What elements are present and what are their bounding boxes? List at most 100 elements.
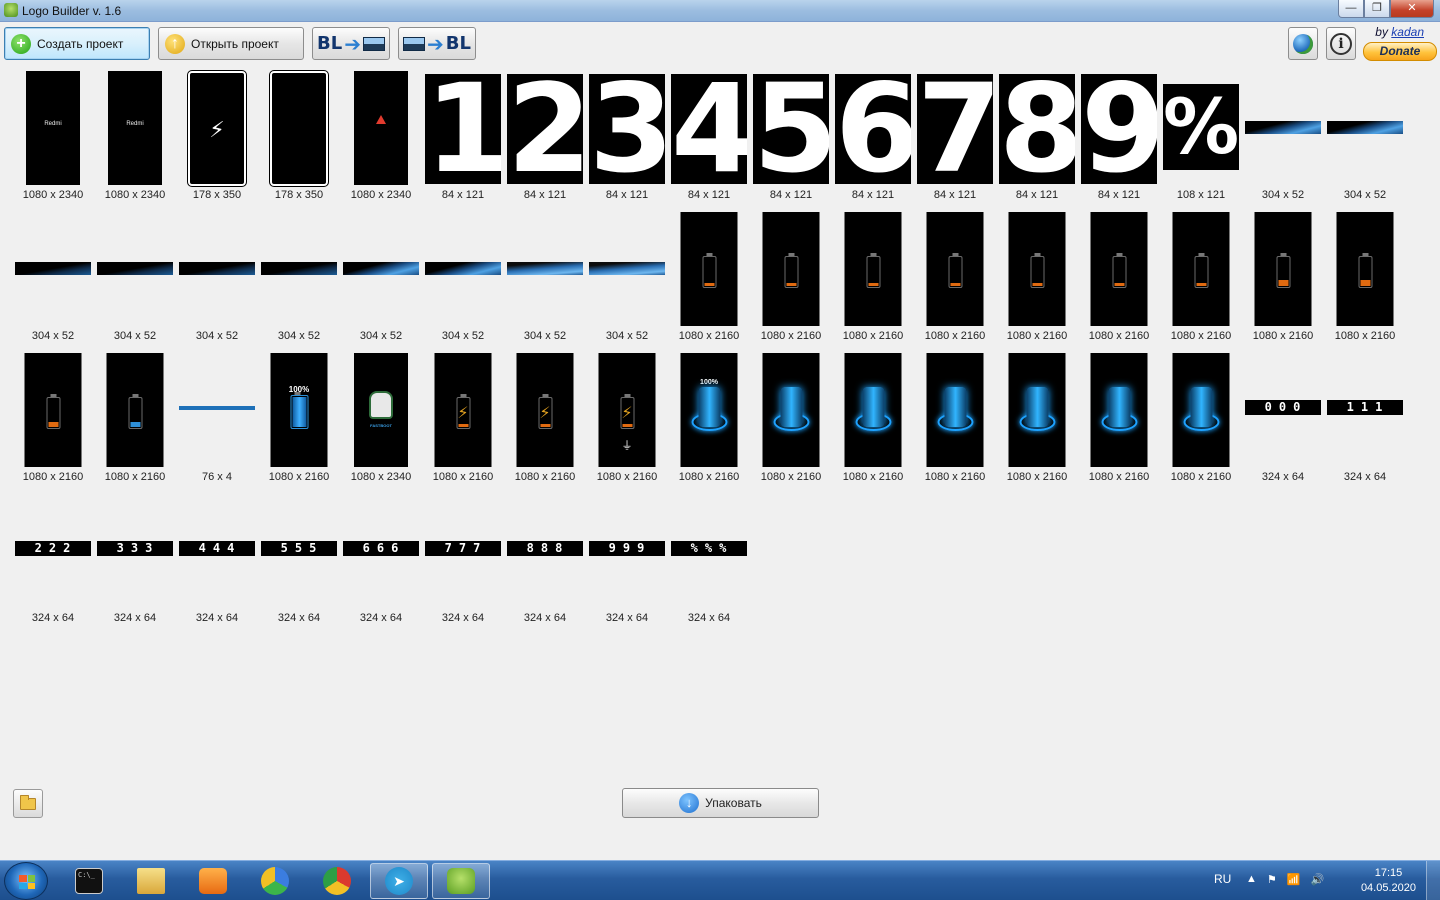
resource-tile[interactable]: 3 84 x 121 <box>586 68 668 209</box>
taskbar-chromium[interactable] <box>246 863 304 899</box>
author-link[interactable]: kadan <box>1391 25 1424 39</box>
resource-tile[interactable]: 1 84 x 121 <box>422 68 504 209</box>
resource-tile[interactable]: 304 x 52 <box>1242 68 1324 209</box>
show-desktop-button[interactable] <box>1426 861 1440 900</box>
language-button[interactable] <box>1288 27 1318 60</box>
bl-to-image-button[interactable]: BL ➔ <box>312 27 390 60</box>
resource-tile[interactable]: 304 x 52 <box>94 209 176 350</box>
volume-icon[interactable]: 🔊 <box>1310 873 1324 886</box>
resource-tile[interactable]: 178 x 350 <box>258 68 340 209</box>
resource-tile[interactable]: 1080 x 2160 <box>12 350 94 491</box>
network-icon[interactable]: 📶 <box>1287 873 1301 886</box>
resource-tile[interactable]: Redmi 1080 x 2340 <box>94 68 176 209</box>
resource-tile[interactable]: 1080 x 2160 <box>996 209 1078 350</box>
resource-tile[interactable]: 888 324 x 64 <box>504 491 586 632</box>
resource-tile[interactable]: 304 x 52 <box>12 209 94 350</box>
resource-tile[interactable]: 304 x 52 <box>340 209 422 350</box>
resource-tile[interactable]: FASTBOOT 1080 x 2340 <box>340 350 422 491</box>
taskbar-telegram[interactable]: ➤ <box>370 863 428 899</box>
resource-tile[interactable]: %%% 324 x 64 <box>668 491 750 632</box>
resource-tile[interactable]: ⚡ 1080 x 2160 <box>422 350 504 491</box>
resource-tile[interactable]: 1080 x 2160 <box>996 350 1078 491</box>
resource-tile[interactable]: % 108 x 121 <box>1160 68 1242 209</box>
resource-tile[interactable]: 1080 x 2160 <box>1324 209 1406 350</box>
open-folder-button[interactable] <box>13 789 43 818</box>
resource-tile[interactable]: Redmi 1080 x 2340 <box>12 68 94 209</box>
resource-tile[interactable]: 555 324 x 64 <box>258 491 340 632</box>
resource-tile[interactable]: 304 x 52 <box>258 209 340 350</box>
resource-tile[interactable]: 304 x 52 <box>176 209 258 350</box>
battery-thumbnail <box>24 353 82 467</box>
resource-tile[interactable]: 100% 1080 x 2160 <box>258 350 340 491</box>
resource-tile[interactable]: 1080 x 2160 <box>914 209 996 350</box>
resource-tile[interactable]: 000 324 x 64 <box>1242 350 1324 491</box>
resource-tile[interactable]: 1080 x 2160 <box>668 209 750 350</box>
resource-tile[interactable]: 1080 x 2160 <box>1160 209 1242 350</box>
plus-icon: + <box>11 33 31 54</box>
create-project-button[interactable]: + Создать проект <box>4 27 150 60</box>
resource-tile[interactable]: 666 324 x 64 <box>340 491 422 632</box>
glowing-battery-icon <box>1190 387 1212 427</box>
resource-tile[interactable]: 444 324 x 64 <box>176 491 258 632</box>
show-hidden-icons-icon[interactable]: ▲ <box>1246 873 1257 886</box>
digit-strip-thumbnail: 333 <box>97 541 173 556</box>
digit-glyph-thumbnail: 6 <box>835 74 911 184</box>
resource-tile[interactable]: 4 84 x 121 <box>668 68 750 209</box>
resource-tile[interactable]: 304 x 52 <box>1324 68 1406 209</box>
taskbar-cmd[interactable]: C:\_ <box>60 863 118 899</box>
start-button[interactable] <box>4 862 48 900</box>
resource-tile[interactable]: 1080 x 2160 <box>1078 350 1160 491</box>
resource-tile[interactable]: 76 x 4 <box>176 350 258 491</box>
boot-logo-thumbnail: Redmi <box>108 71 162 185</box>
resource-tile[interactable]: 111 324 x 64 <box>1324 350 1406 491</box>
taskbar-media-player[interactable] <box>184 863 242 899</box>
close-button[interactable]: ✕ <box>1390 0 1434 18</box>
resource-tile[interactable]: 304 x 52 <box>504 209 586 350</box>
pack-button[interactable]: ↓ Упаковать <box>622 788 819 818</box>
clock[interactable]: 17:15 04.05.2020 <box>1361 866 1416 896</box>
action-center-flag-icon[interactable]: ⚑ <box>1267 873 1277 886</box>
resource-tile[interactable]: 5 84 x 121 <box>750 68 832 209</box>
resource-tile[interactable]: ⚡ 1080 x 2160 <box>504 350 586 491</box>
minimize-button[interactable]: — <box>1338 0 1364 18</box>
resource-tile[interactable]: 333 324 x 64 <box>94 491 176 632</box>
resource-tile[interactable]: 9 84 x 121 <box>1078 68 1160 209</box>
resource-tile[interactable]: 1080 x 2160 <box>1160 350 1242 491</box>
about-button[interactable]: i <box>1326 27 1356 60</box>
resource-tile[interactable]: ⚡ 178 x 350 <box>176 68 258 209</box>
taskbar-logo-builder[interactable] <box>432 863 490 899</box>
resource-tile[interactable]: ⚡ ⏚ 1080 x 2160 <box>586 350 668 491</box>
language-indicator[interactable]: RU <box>1214 872 1231 886</box>
resource-tile[interactable]: 999 324 x 64 <box>586 491 668 632</box>
resource-tile[interactable]: 7 84 x 121 <box>914 68 996 209</box>
resource-tile[interactable]: 1080 x 2340 <box>340 68 422 209</box>
image-size-label: 324 x 64 <box>605 612 649 624</box>
image-size-label: 324 x 64 <box>359 612 403 624</box>
donate-button[interactable]: Donate <box>1363 42 1437 61</box>
resource-tile[interactable]: 1080 x 2160 <box>94 350 176 491</box>
percent-glyph-thumbnail: % <box>1163 84 1239 170</box>
resource-tile[interactable]: 1080 x 2160 <box>750 209 832 350</box>
resource-tile[interactable]: 1080 x 2160 <box>1242 209 1324 350</box>
resource-tile[interactable]: 6 84 x 121 <box>832 68 914 209</box>
resource-tile[interactable]: 8 84 x 121 <box>996 68 1078 209</box>
resource-tile[interactable]: 304 x 52 <box>422 209 504 350</box>
image-size-label: 324 x 64 <box>1343 471 1387 483</box>
resource-tile[interactable]: 2 84 x 121 <box>504 68 586 209</box>
resource-tile[interactable]: 1080 x 2160 <box>1078 209 1160 350</box>
progress-bar-thumbnail <box>589 262 665 275</box>
resource-tile[interactable]: 222 324 x 64 <box>12 491 94 632</box>
resource-tile[interactable]: 1080 x 2160 <box>832 350 914 491</box>
resource-tile[interactable]: 777 324 x 64 <box>422 491 504 632</box>
resource-tile[interactable]: 1080 x 2160 <box>750 350 832 491</box>
taskbar-chrome[interactable] <box>308 863 366 899</box>
resource-tile[interactable]: 100% 1080 x 2160 <box>668 350 750 491</box>
resource-tile[interactable]: 1080 x 2160 <box>914 350 996 491</box>
taskbar-explorer[interactable] <box>122 863 180 899</box>
resource-tile[interactable]: 1080 x 2160 <box>832 209 914 350</box>
open-project-button[interactable]: ↑ Открыть проект <box>158 27 304 60</box>
image-to-bl-button[interactable]: ➔ BL <box>398 27 476 60</box>
image-size-label: 1080 x 2340 <box>104 189 166 201</box>
maximize-button[interactable]: ❐ <box>1364 0 1390 18</box>
resource-tile[interactable]: 304 x 52 <box>586 209 668 350</box>
